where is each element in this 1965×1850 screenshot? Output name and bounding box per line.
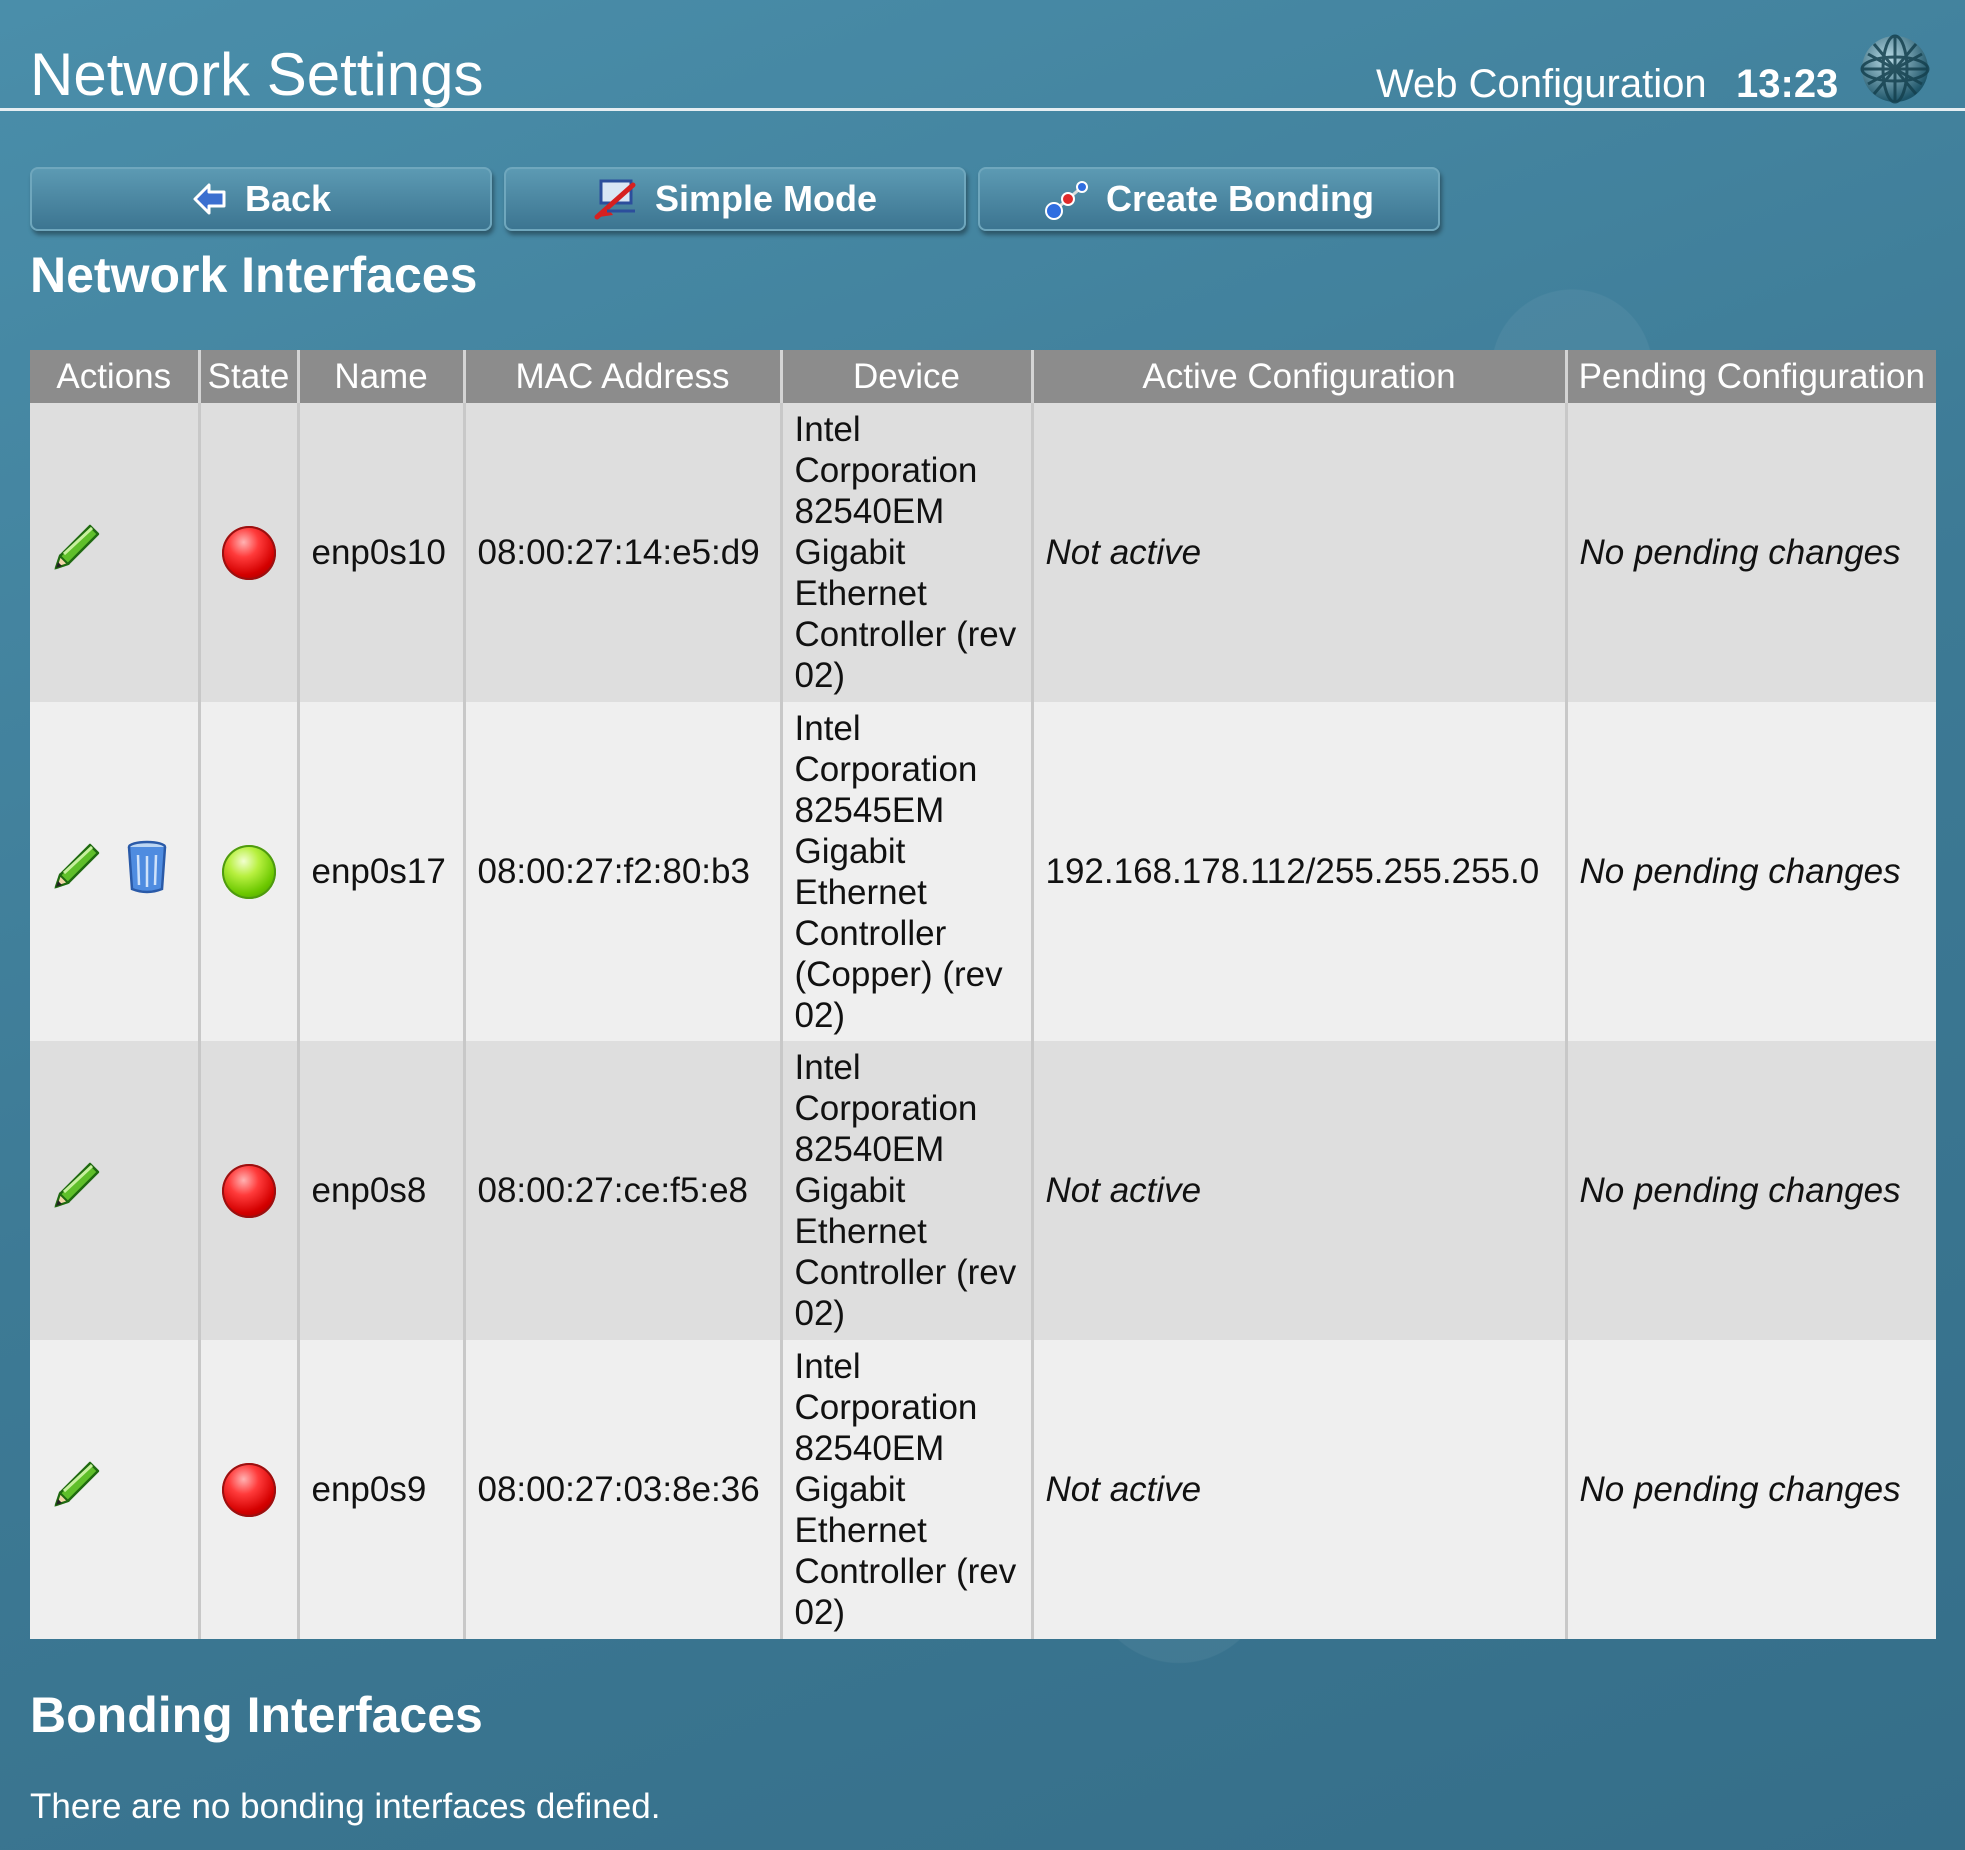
state-up-icon	[221, 844, 276, 899]
actions-cell	[30, 1340, 201, 1639]
edit-icon[interactable]	[48, 1158, 104, 1223]
page-header: Network Settings Web Configuration 13:23	[0, 0, 1965, 111]
simple-mode-button-label: Simple Mode	[654, 178, 878, 219]
device-description: Intel Corporation 82545EM Gigabit Ethern…	[781, 702, 1034, 1041]
table-row: enp0s10 08:00:27:14:e5:d9 Intel Corporat…	[30, 403, 1936, 702]
back-arrow-icon	[193, 183, 226, 215]
table-row: enp0s8 08:00:27:ce:f5:e8 Intel Corporati…	[30, 1041, 1936, 1340]
create-bonding-button[interactable]: Create Bonding	[978, 167, 1440, 231]
column-header-pending-configuration: Pending Configuration	[1566, 350, 1936, 403]
edit-icon[interactable]	[48, 1457, 104, 1522]
table-row: enp0s17 08:00:27:f2:80:b3 Intel Corporat…	[30, 702, 1936, 1041]
state-down-icon	[221, 525, 276, 580]
active-configuration: Not active	[1032, 403, 1568, 702]
mac-address: 08:00:27:14:e5:d9	[464, 403, 783, 702]
mac-address: 08:00:27:ce:f5:e8	[464, 1041, 783, 1340]
pending-configuration: No pending changes	[1566, 1041, 1936, 1340]
simple-mode-button[interactable]: Simple Mode	[504, 167, 966, 231]
column-header-device: Device	[781, 350, 1034, 403]
bonding-interfaces-heading: Bonding Interfaces	[30, 1687, 483, 1743]
state-cell	[199, 1041, 300, 1340]
back-button-label: Back	[244, 178, 332, 219]
web-configuration-label: Web Configuration	[1376, 62, 1707, 106]
pending-configuration: No pending changes	[1566, 1340, 1936, 1639]
actions-cell	[30, 702, 201, 1041]
back-button[interactable]: Back	[30, 167, 492, 231]
device-description: Intel Corporation 82540EM Gigabit Ethern…	[781, 1041, 1034, 1340]
create-bonding-button-label: Create Bonding	[1105, 178, 1374, 219]
edit-icon[interactable]	[48, 839, 104, 904]
state-down-icon	[221, 1462, 276, 1517]
column-header-state: State	[199, 350, 300, 403]
network-interfaces-table: Actions State Name MAC Address Device Ac…	[30, 350, 1936, 1639]
state-cell	[199, 403, 300, 702]
active-configuration: Not active	[1032, 1340, 1568, 1639]
interface-name: enp0s9	[298, 1340, 466, 1639]
interface-name: enp0s10	[298, 403, 466, 702]
globe-icon	[1860, 34, 1930, 104]
mac-address: 08:00:27:03:8e:36	[464, 1340, 783, 1639]
column-header-active-configuration: Active Configuration	[1032, 350, 1568, 403]
state-cell	[199, 1340, 300, 1639]
mac-address: 08:00:27:f2:80:b3	[464, 702, 783, 1041]
actions-cell	[30, 403, 201, 702]
pending-configuration: No pending changes	[1566, 702, 1936, 1041]
column-header-actions: Actions	[30, 350, 201, 403]
state-cell	[199, 702, 300, 1041]
device-description: Intel Corporation 82540EM Gigabit Ethern…	[781, 403, 1034, 702]
clock: 13:23	[1736, 62, 1839, 106]
device-description: Intel Corporation 82540EM Gigabit Ethern…	[781, 1340, 1034, 1639]
delete-icon[interactable]	[124, 839, 170, 904]
edit-icon[interactable]	[48, 520, 104, 585]
simple-mode-icon	[594, 179, 636, 220]
active-configuration: 192.168.178.112/255.255.255.0	[1032, 702, 1568, 1041]
interface-name: enp0s8	[298, 1041, 466, 1340]
interface-name: enp0s17	[298, 702, 466, 1041]
active-configuration: Not active	[1032, 1041, 1568, 1340]
actions-cell	[30, 1041, 201, 1340]
column-header-name: Name	[298, 350, 466, 403]
network-interfaces-heading: Network Interfaces	[30, 247, 478, 303]
table-header-row: Actions State Name MAC Address Device Ac…	[30, 350, 1936, 403]
bonding-icon	[1044, 181, 1088, 220]
page-title: Network Settings	[30, 41, 484, 108]
pending-configuration: No pending changes	[1566, 403, 1936, 702]
column-header-mac-address: MAC Address	[464, 350, 783, 403]
state-down-icon	[221, 1163, 276, 1218]
no-bonding-message: There are no bonding interfaces defined.	[30, 1787, 661, 1826]
table-row: enp0s9 08:00:27:03:8e:36 Intel Corporati…	[30, 1340, 1936, 1639]
